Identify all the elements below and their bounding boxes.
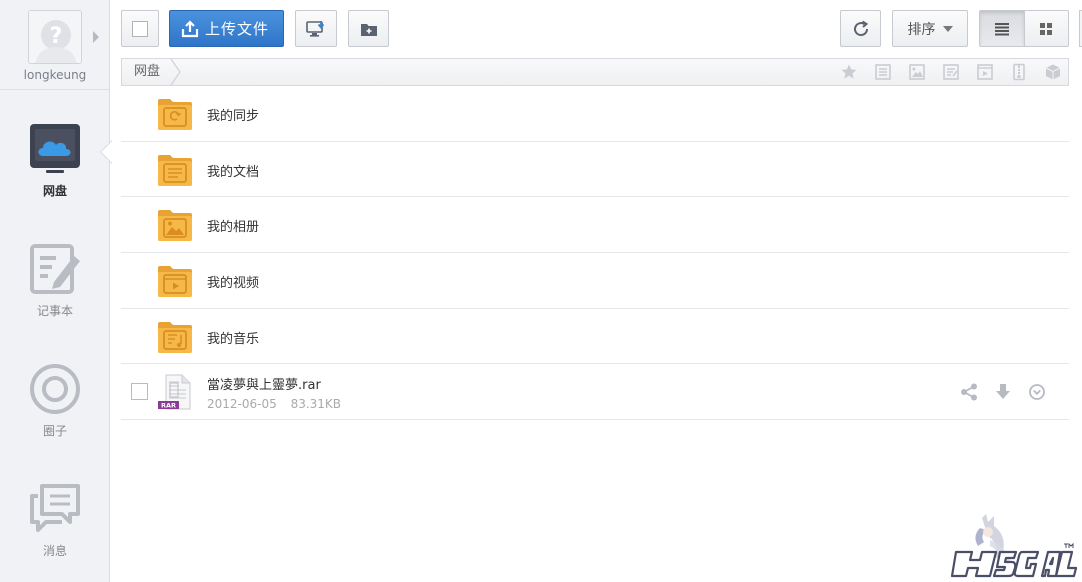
upload-icon xyxy=(181,19,199,37)
user-menu-arrow-icon[interactable] xyxy=(93,31,99,43)
nav-label: 记事本 xyxy=(36,304,73,318)
file-type-filters xyxy=(840,63,1062,81)
list-item[interactable]: 我的相册 xyxy=(121,197,1069,254)
notes-filter-icon[interactable] xyxy=(942,63,960,81)
username: longkeung xyxy=(23,68,87,82)
cloud-drive-icon xyxy=(30,124,80,173)
videos-filter-icon[interactable] xyxy=(976,63,994,81)
sync-download-button[interactable] xyxy=(295,10,337,47)
grid-view-button[interactable] xyxy=(1023,11,1068,46)
documents-folder-icon xyxy=(158,154,192,186)
view-toggle xyxy=(979,10,1069,47)
folder-name[interactable]: 我的文档 xyxy=(207,161,259,180)
sort-button[interactable]: 排序 xyxy=(892,10,968,47)
list-item[interactable]: 我的文档 xyxy=(121,142,1069,198)
photos-folder-icon xyxy=(158,210,192,242)
upload-label: 上传文件 xyxy=(205,20,270,38)
folder-name[interactable]: 我的音乐 xyxy=(207,328,259,347)
folder-name[interactable]: 我的同步 xyxy=(207,105,259,124)
nav-label: 消息 xyxy=(42,544,67,558)
default-avatar-icon: ? xyxy=(29,11,81,63)
message-icon xyxy=(30,484,80,532)
share-icon[interactable] xyxy=(959,382,979,402)
chevron-down-icon xyxy=(942,25,953,32)
nav-item-circle[interactable]: 圈子 xyxy=(0,362,110,439)
select-all-checkbox[interactable] xyxy=(121,10,159,47)
file-actions xyxy=(959,382,1047,402)
rar-badge: RAR xyxy=(161,402,176,410)
circle-icon xyxy=(30,364,80,414)
list-item[interactable]: 我的同步 xyxy=(121,86,1069,142)
sidebar: ? longkeung 网盘 记事本 圈子 消息 xyxy=(0,0,110,582)
nav-active-pointer xyxy=(98,138,112,166)
nav-item-messages[interactable]: 消息 xyxy=(0,482,110,559)
nav-item-cloud-drive[interactable]: 网盘 xyxy=(0,122,110,199)
breadcrumb: 网盘 xyxy=(121,58,1069,86)
documents-filter-icon[interactable] xyxy=(874,63,892,81)
grid-view-icon xyxy=(1040,22,1053,35)
sort-label: 排序 xyxy=(907,21,936,38)
archives-filter-icon[interactable] xyxy=(1010,63,1028,81)
breadcrumb-separator-icon xyxy=(170,59,181,85)
breadcrumb-root[interactable]: 网盘 xyxy=(122,59,174,85)
svg-text:?: ? xyxy=(50,24,63,49)
list-item[interactable]: RAR 當凌夢與上靈夢.rar 2012-06-05 83.31KB xyxy=(121,364,1069,421)
list-view-icon xyxy=(994,22,1009,35)
computer-sync-icon xyxy=(306,20,325,37)
music-folder-icon xyxy=(158,321,192,353)
list-view-button[interactable] xyxy=(980,11,1024,46)
rar-file-icon: RAR xyxy=(158,374,191,410)
upload-file-button[interactable]: 上传文件 xyxy=(169,10,284,47)
favorites-filter-icon[interactable] xyxy=(840,63,858,81)
refresh-icon xyxy=(853,20,868,36)
apps-filter-icon[interactable] xyxy=(1044,63,1062,81)
file-date: 2012-06-05 xyxy=(207,397,277,412)
user-panel: ? longkeung xyxy=(0,0,110,90)
avatar[interactable]: ? xyxy=(28,10,82,64)
checkbox-box xyxy=(132,20,148,37)
images-filter-icon[interactable] xyxy=(908,63,926,81)
sync-folder-icon xyxy=(158,99,192,130)
file-meta: 2012-06-05 83.31KB xyxy=(207,397,341,411)
nav-label: 圈子 xyxy=(42,424,67,438)
file-list: 我的同步 我的文档 我的相册 我的视频 我的音乐 RAR 當凌夢與上靈夢.rar… xyxy=(121,86,1069,421)
new-folder-button[interactable] xyxy=(348,10,389,47)
videos-folder-icon xyxy=(158,266,192,298)
more-options-icon[interactable] xyxy=(1027,382,1047,402)
nav-label: 网盘 xyxy=(42,184,67,198)
list-item[interactable]: 我的音乐 xyxy=(121,309,1069,365)
nav-item-notepad[interactable]: 记事本 xyxy=(0,242,110,319)
folder-name[interactable]: 我的相册 xyxy=(207,216,259,235)
file-size: 83.31KB xyxy=(290,397,342,412)
list-item[interactable]: 我的视频 xyxy=(121,253,1069,309)
file-name[interactable]: 當凌夢與上靈夢.rar xyxy=(207,374,321,393)
notepad-icon xyxy=(30,244,80,294)
h5gal-logo-icon xyxy=(950,514,1078,578)
row-checkbox[interactable] xyxy=(131,383,148,401)
download-icon[interactable] xyxy=(993,382,1013,402)
new-folder-icon xyxy=(360,23,377,36)
refresh-button[interactable] xyxy=(840,10,881,47)
folder-name[interactable]: 我的视频 xyxy=(207,272,259,291)
